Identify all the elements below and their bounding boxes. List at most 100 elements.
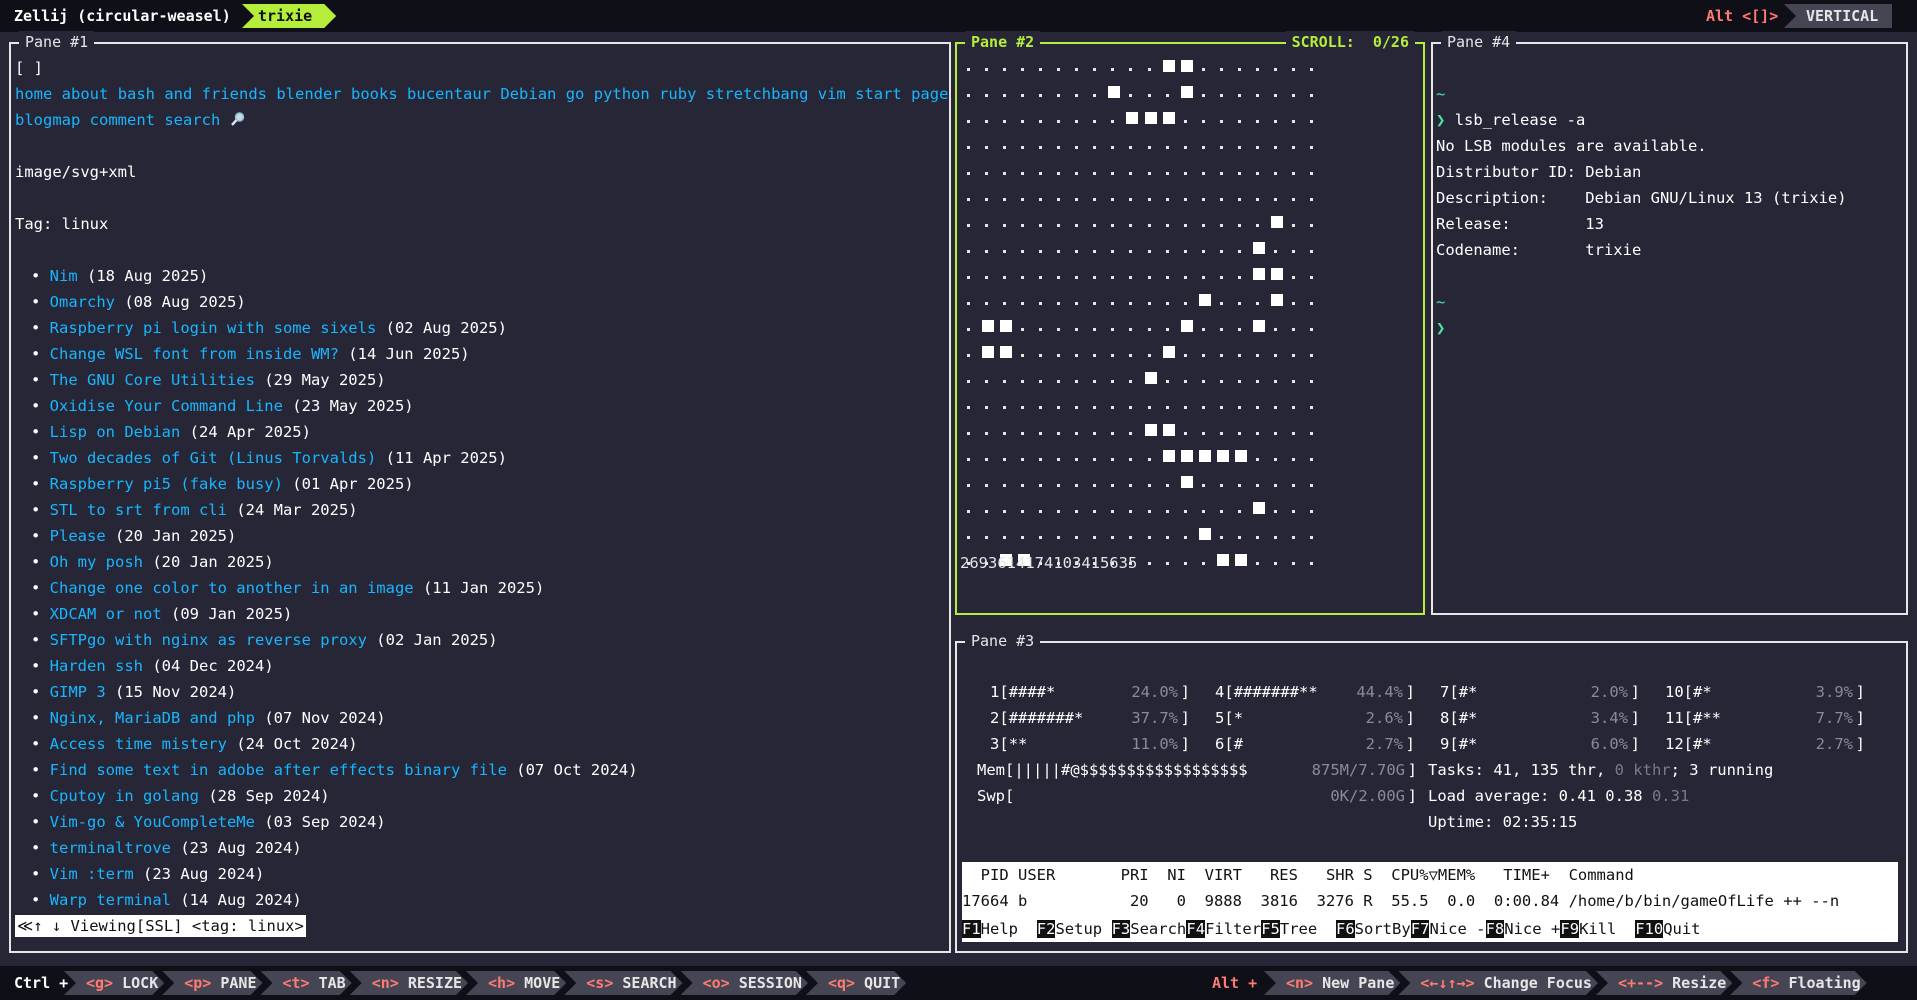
post-link[interactable]: Nginx, MariaDB and php (50, 709, 255, 727)
life-cell-dead (967, 94, 970, 97)
nav-link[interactable]: vim (818, 85, 846, 103)
life-cell-dead (1111, 406, 1115, 409)
life-cell-dead (1057, 94, 1061, 97)
nav-link[interactable]: search (164, 111, 220, 129)
keybind-change-focus[interactable]: <←↓↑→> Change Focus (1398, 971, 1598, 995)
post-link[interactable]: SFTPgo with nginx as reverse proxy (50, 631, 367, 649)
life-cell-dead (1129, 276, 1133, 279)
post-link[interactable]: Vim :term (50, 865, 134, 883)
key-label: MOVE (515, 974, 561, 992)
nav-link[interactable]: home (15, 85, 52, 103)
process-row[interactable]: 17664 b 20 0 9888 3816 3276 R 55.5 0.0 0… (962, 888, 1839, 914)
life-cell-dead (1291, 172, 1295, 175)
life-cell-alive (1126, 112, 1139, 124)
post-link[interactable]: XDCAM or not (50, 605, 162, 623)
output-line: Distributor ID: Debian (1436, 163, 1642, 181)
nav-link[interactable]: blogmap (15, 111, 80, 129)
fkey-f5[interactable]: F5Tree (1261, 916, 1336, 942)
keybind-search[interactable]: <s> SEARCH (564, 971, 682, 995)
post-link[interactable]: Raspberry pi5 (fake busy) (50, 475, 283, 493)
keybind-new-pane[interactable]: <n> New Pane (1264, 971, 1400, 995)
nav-link[interactable]: bucentaur (407, 85, 491, 103)
fkey-f6[interactable]: F6SortBy (1336, 916, 1411, 942)
post-link[interactable]: Warp terminal (50, 891, 171, 909)
post-link[interactable]: Please (50, 527, 106, 545)
fkey-f3[interactable]: F3Search (1111, 916, 1186, 942)
keybind-resize[interactable]: <+--> Resize (1596, 971, 1732, 995)
keybind-floating[interactable]: <f> Floating (1730, 971, 1866, 995)
post-link[interactable]: Change one color to another in an image (50, 579, 414, 597)
post-link[interactable]: terminaltrove (50, 839, 171, 857)
nav-link[interactable]: blender (276, 85, 341, 103)
post-link[interactable]: Find some text in adobe after effects bi… (50, 761, 507, 779)
life-cell-dead (1147, 68, 1151, 71)
fkey-f9[interactable]: F9Kill (1560, 916, 1635, 942)
magnifier-icon[interactable] (230, 109, 244, 126)
post-link[interactable]: Access time mistery (50, 735, 227, 753)
post-link[interactable]: Two decades of Git (Linus Torvalds) (50, 449, 377, 467)
post-link[interactable]: STL to srt from cli (50, 501, 227, 519)
life-cell-dead (985, 198, 989, 201)
key-hint: <t> (282, 974, 310, 992)
post-link[interactable]: Cputoy in golang (50, 787, 199, 805)
keybind-pane[interactable]: <p> PANE (162, 971, 262, 995)
fkey-f8[interactable]: F8Nice + (1485, 916, 1560, 942)
tilde: ~ (1436, 85, 1446, 103)
nav-link[interactable]: about (62, 85, 109, 103)
keybind-move[interactable]: <h> MOVE (466, 971, 566, 995)
nav-link[interactable]: bash and friends (118, 85, 267, 103)
post-link[interactable]: Nim (50, 267, 78, 285)
htop-process-table[interactable]: PID USER PRI NI VIRT RES SHR S CPU%▽MEM%… (962, 862, 1898, 942)
post-link[interactable]: Harden ssh (50, 657, 143, 675)
life-cell-dead (1255, 146, 1259, 149)
nav-link[interactable]: python (594, 85, 650, 103)
fkey-f2[interactable]: F2Setup (1036, 916, 1112, 942)
post-link[interactable]: Raspberry pi login with some sixels (50, 319, 377, 337)
fkey-f10[interactable]: F10Quit (1635, 916, 1701, 942)
life-cell-alive (1144, 112, 1157, 124)
nav-link[interactable]: comment (90, 111, 155, 129)
layout-badge[interactable]: VERTICAL (1784, 4, 1893, 28)
nav-link[interactable]: Debian (500, 85, 556, 103)
keybind-resize[interactable]: <n> RESIZE (350, 971, 468, 995)
post-link[interactable]: Vim-go & YouCompleteMe (50, 813, 255, 831)
fkey-f7[interactable]: F7Nice - (1410, 916, 1485, 942)
life-cell-dead (1075, 380, 1079, 383)
cpu-pct: 7.7% (1815, 709, 1853, 727)
prompt-icon[interactable]: ❯ (1436, 315, 1445, 341)
post-link[interactable]: Oxidise Your Command Line (50, 397, 283, 415)
life-cell-alive (1000, 346, 1013, 358)
fkey-f4[interactable]: F4Filter (1186, 916, 1261, 942)
post-link[interactable]: Omarchy (50, 293, 115, 311)
post-link[interactable]: Lisp on Debian (50, 423, 181, 441)
life-cell-dead (985, 380, 989, 383)
life-cell-dead (1273, 198, 1277, 201)
life-cell-alive (1270, 294, 1283, 306)
life-cell-dead (1309, 94, 1313, 97)
keybind-quit[interactable]: <q> QUIT (806, 971, 906, 995)
keybind-session[interactable]: <o> SESSION (681, 971, 808, 995)
cpu-meter: 2[#######* 37.7%] (990, 705, 1190, 731)
life-cell-dead (1093, 458, 1097, 461)
nav-link[interactable]: go (566, 85, 585, 103)
checkbox[interactable]: [ ] (15, 55, 43, 81)
cpu-bar: # (1233, 735, 1244, 753)
tab-trixie[interactable]: trixie (242, 4, 336, 28)
nav-link[interactable]: stretchbang (706, 85, 809, 103)
post-link[interactable]: The GNU Core Utilities (50, 371, 255, 389)
life-cell-dead (1237, 224, 1241, 227)
post-link[interactable]: GIMP 3 (50, 683, 106, 701)
keybind-lock[interactable]: <g> LOCK (64, 971, 164, 995)
nav-link[interactable]: ruby (659, 85, 696, 103)
life-cell-dead (1183, 380, 1187, 383)
post-link[interactable]: Oh my posh (50, 553, 143, 571)
life-cell-dead (1039, 68, 1043, 71)
post-link[interactable]: Change WSL font from inside WM? (50, 345, 339, 363)
life-cell-dead (1309, 328, 1313, 331)
keybind-tab[interactable]: <t> TAB (261, 971, 352, 995)
life-cell-dead (1201, 172, 1205, 175)
nav-link[interactable]: start page (855, 85, 948, 103)
nav-link[interactable]: books (351, 85, 398, 103)
life-cell-dead (1075, 120, 1079, 123)
fkey-f1[interactable]: F1Help (962, 916, 1037, 942)
